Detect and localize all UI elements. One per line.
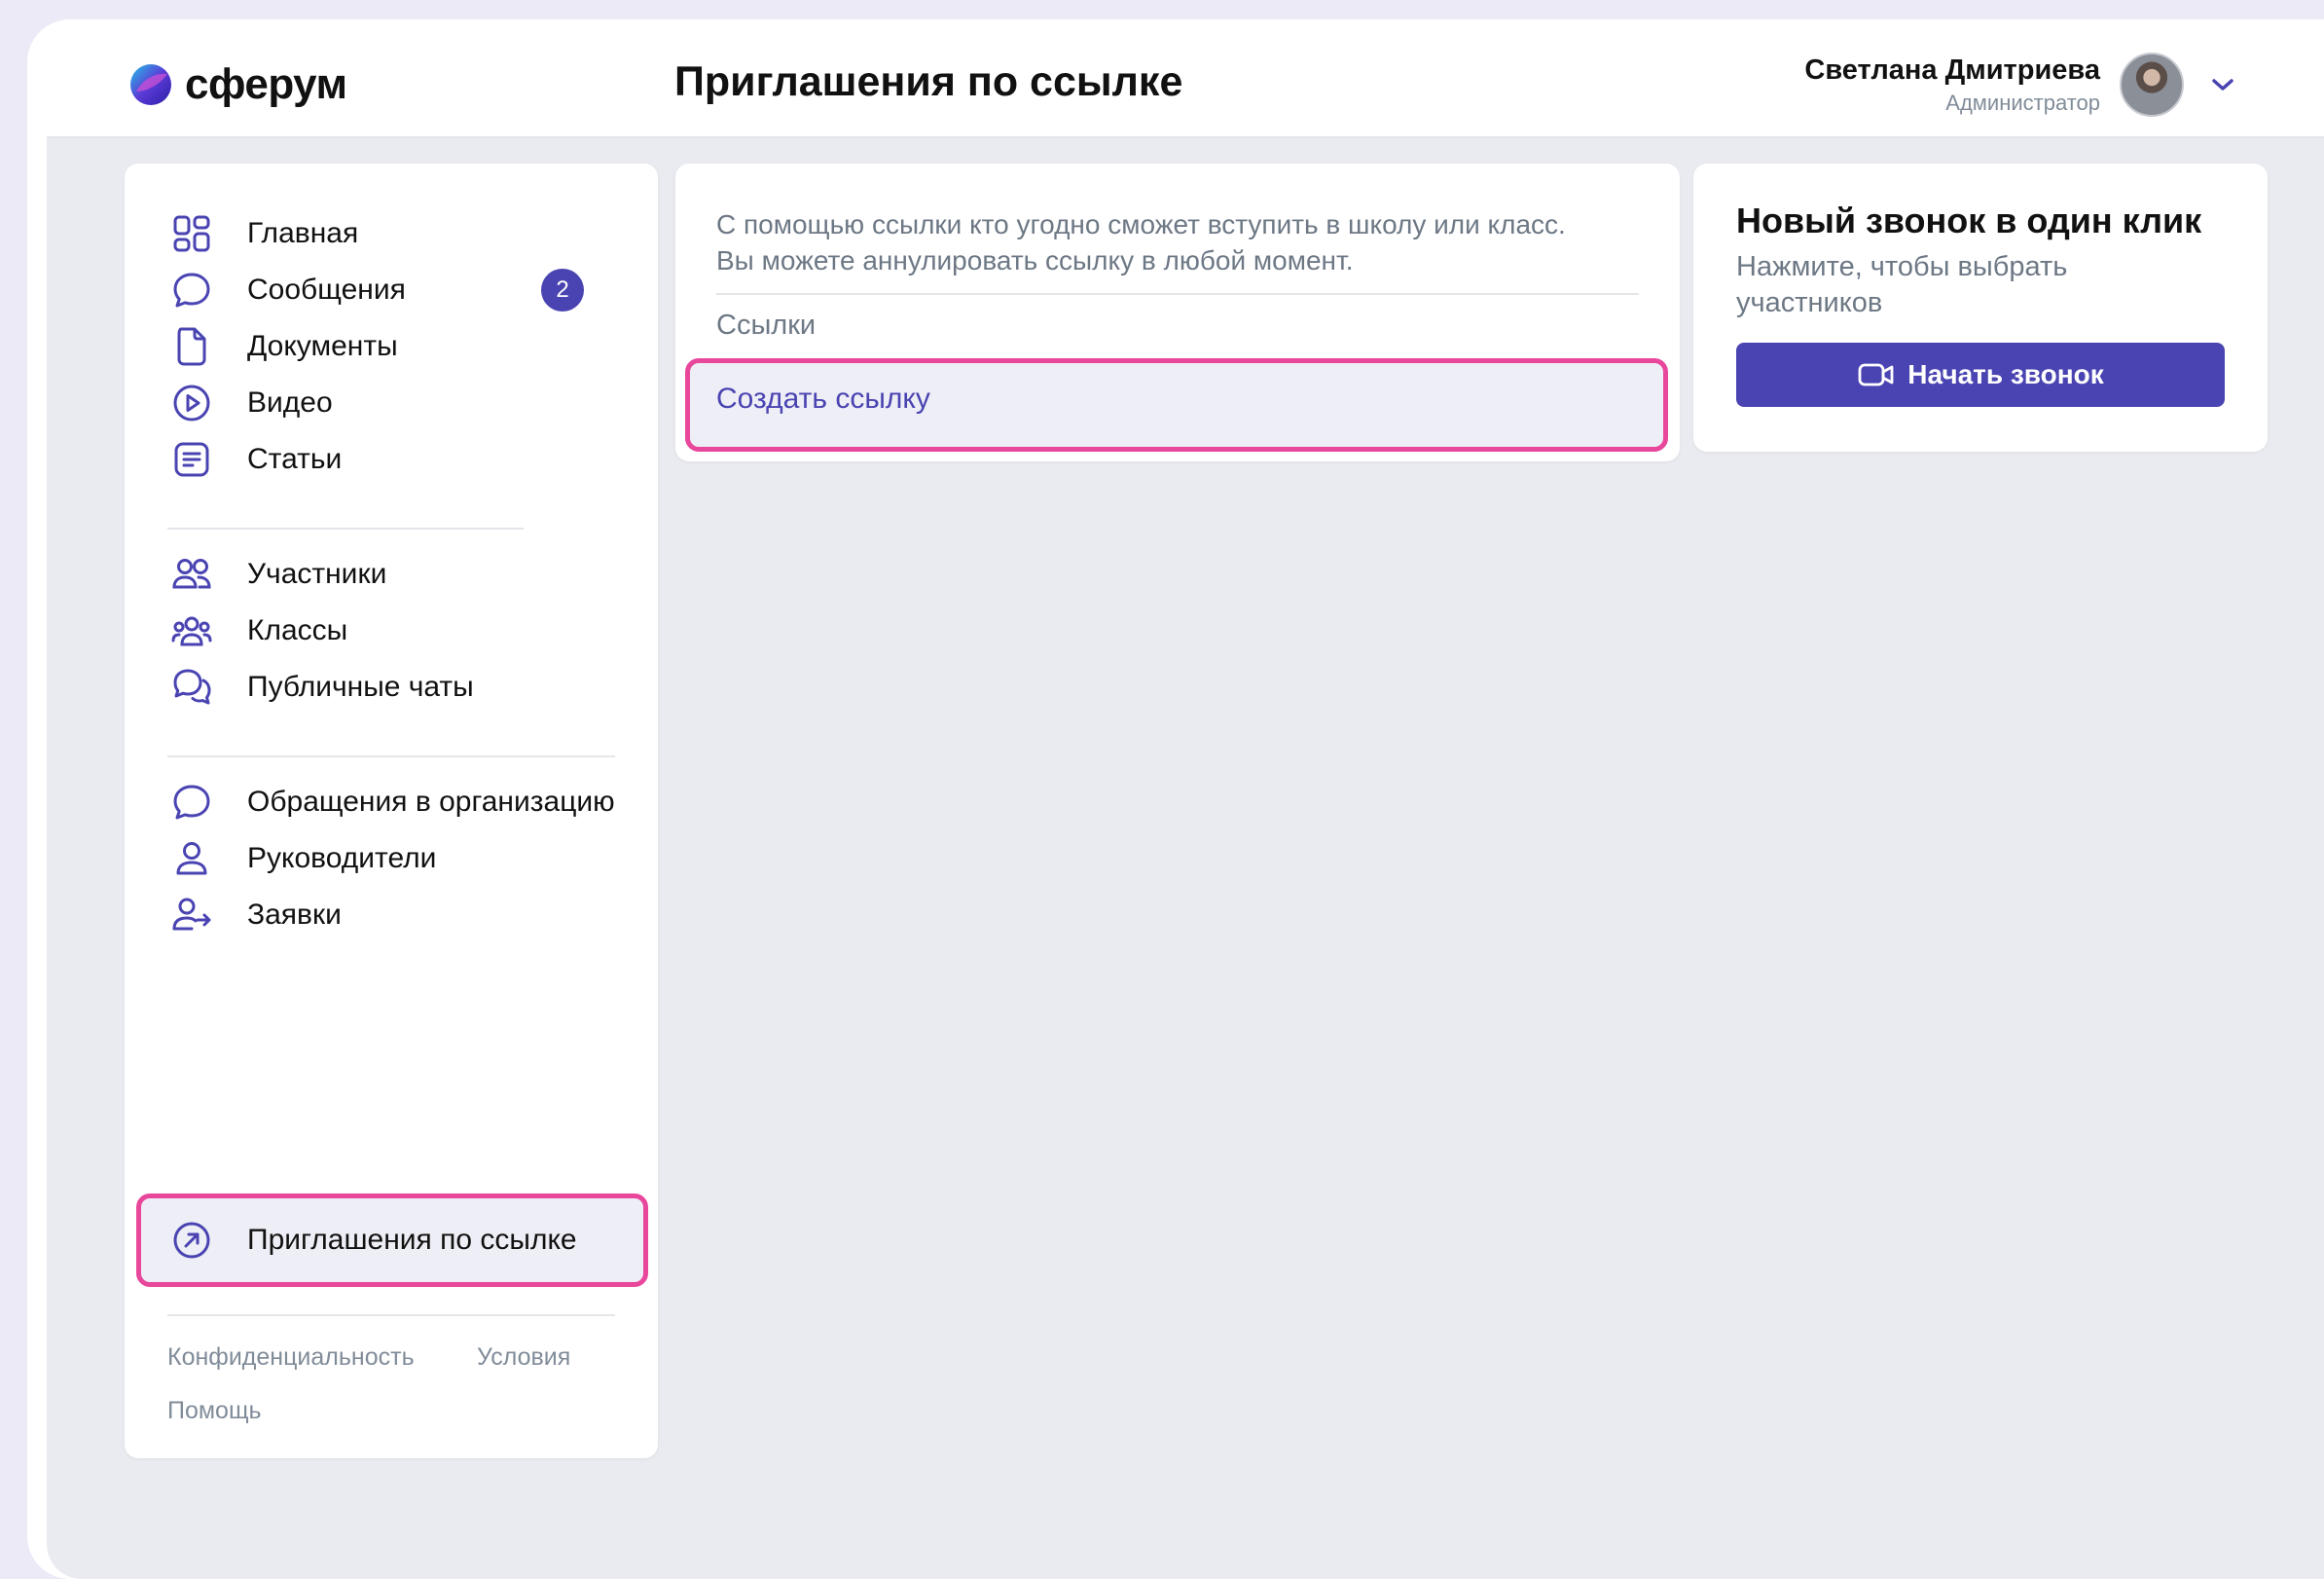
user-role: Администратор xyxy=(1945,90,2100,115)
page-title: Приглашения по ссылке xyxy=(674,58,1183,105)
user-menu[interactable]: Светлана Дмитриева Администратор xyxy=(1804,53,2236,117)
sidebar-item-label: Главная xyxy=(247,217,359,249)
video-camera-icon xyxy=(1858,363,1894,386)
links-section-label: Ссылки xyxy=(716,310,817,341)
sidebar-item-label: Классы xyxy=(247,614,348,646)
call-card-subtitle: Нажмите, чтобы выбрать участников xyxy=(1736,251,2068,318)
start-call-button[interactable]: Начать звонок xyxy=(1736,343,2225,407)
privacy-link[interactable]: Конфиденциальность xyxy=(167,1343,415,1372)
link-arrow-icon xyxy=(169,1218,214,1263)
sidebar-item-classes[interactable]: Классы xyxy=(125,600,658,662)
sidebar-item-articles[interactable]: Статьи xyxy=(125,428,658,491)
sidebar-item-appeals[interactable]: Обращения в организацию xyxy=(125,771,658,833)
logo[interactable]: сферум xyxy=(128,60,347,109)
sidebar-item-requests[interactable]: Заявки xyxy=(125,884,658,946)
sidebar-divider xyxy=(167,755,615,757)
quick-call-card: Новый звонок в один клик Нажмите, чтобы … xyxy=(1693,164,2268,452)
document-icon xyxy=(169,324,214,369)
create-link-label[interactable]: Создать ссылку xyxy=(716,383,930,416)
sidebar-item-label: Приглашения по ссылке xyxy=(247,1224,577,1256)
group-icon xyxy=(169,608,214,653)
terms-link[interactable]: Условия xyxy=(477,1343,570,1372)
message-icon xyxy=(169,268,214,312)
play-icon xyxy=(169,381,214,425)
card-divider xyxy=(716,293,1639,295)
person-arrow-icon xyxy=(169,893,214,937)
sidebar-item-documents[interactable]: Документы xyxy=(125,315,658,378)
top-bar: сферум Приглашения по ссылке Светлана Дм… xyxy=(27,19,2324,136)
sidebar-item-label: Руководители xyxy=(247,842,437,874)
unread-badge: 2 xyxy=(541,269,584,312)
sidebar-item-label: Видео xyxy=(247,386,333,419)
chevron-down-icon[interactable] xyxy=(2209,75,2236,94)
sidebar-item-label: Статьи xyxy=(247,443,343,475)
sidebar-item-public-chats[interactable]: Публичные чаты xyxy=(125,656,658,718)
sidebar-item-label: Обращения в организацию xyxy=(247,786,615,818)
sidebar-item-label: Заявки xyxy=(247,899,342,931)
logo-text: сферум xyxy=(185,60,347,108)
help-link[interactable]: Помощь xyxy=(167,1397,262,1425)
user-name: Светлана Дмитриева xyxy=(1804,54,2100,86)
sidebar-item-label: Публичные чаты xyxy=(247,671,474,703)
sidebar-item-label: Сообщения xyxy=(247,274,406,306)
sidebar-item-link-invitations[interactable]: Приглашения по ссылке xyxy=(125,1209,658,1271)
sidebar-divider xyxy=(167,1314,615,1316)
sidebar: Главная Сообщения 2 Документы Видео Стат… xyxy=(125,164,658,1458)
sidebar-item-managers[interactable]: Руководители xyxy=(125,827,658,890)
sidebar-item-label: Участники xyxy=(247,558,387,590)
avatar[interactable] xyxy=(2120,53,2184,117)
sidebar-item-messages[interactable]: Сообщения 2 xyxy=(125,259,658,321)
sidebar-item-members[interactable]: Участники xyxy=(125,543,658,606)
sidebar-item-home[interactable]: Главная xyxy=(125,202,658,265)
call-card-title: Новый звонок в один клик xyxy=(1736,201,2202,240)
links-description: С помощью ссылки кто угодно сможет вступ… xyxy=(716,209,1566,275)
sidebar-item-label: Документы xyxy=(247,330,398,362)
message-icon xyxy=(169,780,214,825)
person-icon xyxy=(169,836,214,881)
start-call-label: Начать звонок xyxy=(1907,359,2104,389)
invite-links-card: С помощью ссылки кто угодно сможет вступ… xyxy=(675,164,1680,461)
chats-icon xyxy=(169,665,214,710)
sidebar-divider xyxy=(167,528,524,530)
users-icon xyxy=(169,552,214,597)
grid-icon xyxy=(169,211,214,256)
sidebar-item-video[interactable]: Видео xyxy=(125,372,658,434)
logo-icon xyxy=(130,64,171,105)
article-icon xyxy=(169,437,214,482)
